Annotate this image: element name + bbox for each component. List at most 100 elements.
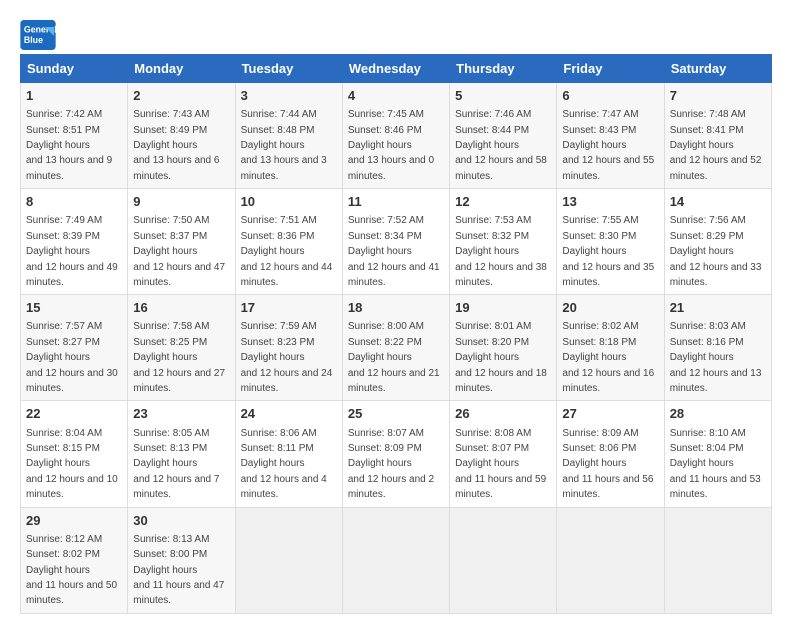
calendar-cell: 5 Sunrise: 7:46 AMSunset: 8:44 PMDayligh… [450, 83, 557, 189]
calendar-cell: 13 Sunrise: 7:55 AMSunset: 8:30 PMDaylig… [557, 189, 664, 295]
day-info: Sunrise: 7:48 AMSunset: 8:41 PMDaylight … [670, 109, 762, 182]
day-info: Sunrise: 7:58 AMSunset: 8:25 PMDaylight … [133, 321, 225, 394]
day-info: Sunrise: 7:57 AMSunset: 8:27 PMDaylight … [26, 321, 118, 394]
calendar-cell: 2 Sunrise: 7:43 AMSunset: 8:49 PMDayligh… [128, 83, 235, 189]
calendar-cell: 9 Sunrise: 7:50 AMSunset: 8:37 PMDayligh… [128, 189, 235, 295]
calendar-cell: 12 Sunrise: 7:53 AMSunset: 8:32 PMDaylig… [450, 189, 557, 295]
calendar-cell: 23 Sunrise: 8:05 AMSunset: 8:13 PMDaylig… [128, 401, 235, 507]
day-info: Sunrise: 7:46 AMSunset: 8:44 PMDaylight … [455, 109, 547, 182]
day-number: 21 [670, 299, 766, 317]
day-number: 26 [455, 405, 551, 423]
day-info: Sunrise: 8:12 AMSunset: 8:02 PMDaylight … [26, 534, 117, 607]
day-number: 6 [562, 87, 658, 105]
calendar-cell: 17 Sunrise: 7:59 AMSunset: 8:23 PMDaylig… [235, 295, 342, 401]
day-info: Sunrise: 7:51 AMSunset: 8:36 PMDaylight … [241, 215, 333, 288]
calendar-cell: 15 Sunrise: 7:57 AMSunset: 8:27 PMDaylig… [21, 295, 128, 401]
day-number: 20 [562, 299, 658, 317]
day-header-monday: Monday [128, 55, 235, 83]
day-header-saturday: Saturday [664, 55, 771, 83]
day-info: Sunrise: 7:45 AMSunset: 8:46 PMDaylight … [348, 109, 434, 182]
week-row-2: 8 Sunrise: 7:49 AMSunset: 8:39 PMDayligh… [21, 189, 772, 295]
day-number: 28 [670, 405, 766, 423]
calendar-cell: 25 Sunrise: 8:07 AMSunset: 8:09 PMDaylig… [342, 401, 449, 507]
day-info: Sunrise: 7:52 AMSunset: 8:34 PMDaylight … [348, 215, 440, 288]
day-info: Sunrise: 8:03 AMSunset: 8:16 PMDaylight … [670, 321, 762, 394]
calendar-cell: 27 Sunrise: 8:09 AMSunset: 8:06 PMDaylig… [557, 401, 664, 507]
day-number: 3 [241, 87, 337, 105]
week-row-4: 22 Sunrise: 8:04 AMSunset: 8:15 PMDaylig… [21, 401, 772, 507]
day-info: Sunrise: 7:50 AMSunset: 8:37 PMDaylight … [133, 215, 225, 288]
day-info: Sunrise: 8:05 AMSunset: 8:13 PMDaylight … [133, 428, 219, 501]
day-number: 14 [670, 193, 766, 211]
logo: General Blue [20, 20, 60, 50]
calendar-cell [664, 507, 771, 613]
day-info: Sunrise: 7:55 AMSunset: 8:30 PMDaylight … [562, 215, 654, 288]
day-number: 18 [348, 299, 444, 317]
calendar-cell: 16 Sunrise: 7:58 AMSunset: 8:25 PMDaylig… [128, 295, 235, 401]
calendar-cell: 18 Sunrise: 8:00 AMSunset: 8:22 PMDaylig… [342, 295, 449, 401]
day-number: 7 [670, 87, 766, 105]
calendar-cell: 22 Sunrise: 8:04 AMSunset: 8:15 PMDaylig… [21, 401, 128, 507]
day-number: 10 [241, 193, 337, 211]
calendar-cell: 29 Sunrise: 8:12 AMSunset: 8:02 PMDaylig… [21, 507, 128, 613]
calendar-table: SundayMondayTuesdayWednesdayThursdayFrid… [20, 54, 772, 614]
day-info: Sunrise: 7:59 AMSunset: 8:23 PMDaylight … [241, 321, 333, 394]
svg-text:Blue: Blue [24, 35, 43, 45]
day-header-thursday: Thursday [450, 55, 557, 83]
day-info: Sunrise: 8:10 AMSunset: 8:04 PMDaylight … [670, 428, 761, 501]
day-header-wednesday: Wednesday [342, 55, 449, 83]
calendar-cell: 1 Sunrise: 7:42 AMSunset: 8:51 PMDayligh… [21, 83, 128, 189]
day-info: Sunrise: 7:42 AMSunset: 8:51 PMDaylight … [26, 109, 112, 182]
day-number: 5 [455, 87, 551, 105]
week-row-3: 15 Sunrise: 7:57 AMSunset: 8:27 PMDaylig… [21, 295, 772, 401]
day-number: 13 [562, 193, 658, 211]
calendar-cell: 6 Sunrise: 7:47 AMSunset: 8:43 PMDayligh… [557, 83, 664, 189]
day-number: 25 [348, 405, 444, 423]
day-number: 8 [26, 193, 122, 211]
calendar-cell: 26 Sunrise: 8:08 AMSunset: 8:07 PMDaylig… [450, 401, 557, 507]
calendar-cell: 28 Sunrise: 8:10 AMSunset: 8:04 PMDaylig… [664, 401, 771, 507]
calendar-cell: 4 Sunrise: 7:45 AMSunset: 8:46 PMDayligh… [342, 83, 449, 189]
calendar-cell: 30 Sunrise: 8:13 AMSunset: 8:00 PMDaylig… [128, 507, 235, 613]
calendar-cell [557, 507, 664, 613]
day-number: 1 [26, 87, 122, 105]
week-row-1: 1 Sunrise: 7:42 AMSunset: 8:51 PMDayligh… [21, 83, 772, 189]
day-number: 22 [26, 405, 122, 423]
calendar-cell: 11 Sunrise: 7:52 AMSunset: 8:34 PMDaylig… [342, 189, 449, 295]
day-number: 17 [241, 299, 337, 317]
day-info: Sunrise: 8:00 AMSunset: 8:22 PMDaylight … [348, 321, 440, 394]
day-info: Sunrise: 8:04 AMSunset: 8:15 PMDaylight … [26, 428, 118, 501]
day-info: Sunrise: 7:49 AMSunset: 8:39 PMDaylight … [26, 215, 118, 288]
calendar-cell [450, 507, 557, 613]
header-row: SundayMondayTuesdayWednesdayThursdayFrid… [21, 55, 772, 83]
day-number: 19 [455, 299, 551, 317]
day-number: 11 [348, 193, 444, 211]
week-row-5: 29 Sunrise: 8:12 AMSunset: 8:02 PMDaylig… [21, 507, 772, 613]
day-info: Sunrise: 7:43 AMSunset: 8:49 PMDaylight … [133, 109, 219, 182]
calendar-cell: 19 Sunrise: 8:01 AMSunset: 8:20 PMDaylig… [450, 295, 557, 401]
day-info: Sunrise: 8:06 AMSunset: 8:11 PMDaylight … [241, 428, 327, 501]
day-info: Sunrise: 7:53 AMSunset: 8:32 PMDaylight … [455, 215, 547, 288]
day-info: Sunrise: 8:02 AMSunset: 8:18 PMDaylight … [562, 321, 654, 394]
calendar-cell: 14 Sunrise: 7:56 AMSunset: 8:29 PMDaylig… [664, 189, 771, 295]
day-number: 4 [348, 87, 444, 105]
day-header-tuesday: Tuesday [235, 55, 342, 83]
calendar-cell: 24 Sunrise: 8:06 AMSunset: 8:11 PMDaylig… [235, 401, 342, 507]
calendar-cell: 21 Sunrise: 8:03 AMSunset: 8:16 PMDaylig… [664, 295, 771, 401]
header: General Blue [20, 20, 772, 50]
day-info: Sunrise: 7:56 AMSunset: 8:29 PMDaylight … [670, 215, 762, 288]
day-header-sunday: Sunday [21, 55, 128, 83]
calendar-cell: 3 Sunrise: 7:44 AMSunset: 8:48 PMDayligh… [235, 83, 342, 189]
day-number: 9 [133, 193, 229, 211]
day-number: 24 [241, 405, 337, 423]
day-header-friday: Friday [557, 55, 664, 83]
day-number: 12 [455, 193, 551, 211]
day-info: Sunrise: 8:09 AMSunset: 8:06 PMDaylight … [562, 428, 653, 501]
day-number: 29 [26, 512, 122, 530]
day-info: Sunrise: 7:44 AMSunset: 8:48 PMDaylight … [241, 109, 327, 182]
day-number: 2 [133, 87, 229, 105]
day-number: 16 [133, 299, 229, 317]
calendar-cell: 10 Sunrise: 7:51 AMSunset: 8:36 PMDaylig… [235, 189, 342, 295]
day-info: Sunrise: 7:47 AMSunset: 8:43 PMDaylight … [562, 109, 654, 182]
logo-icon: General Blue [20, 20, 56, 50]
